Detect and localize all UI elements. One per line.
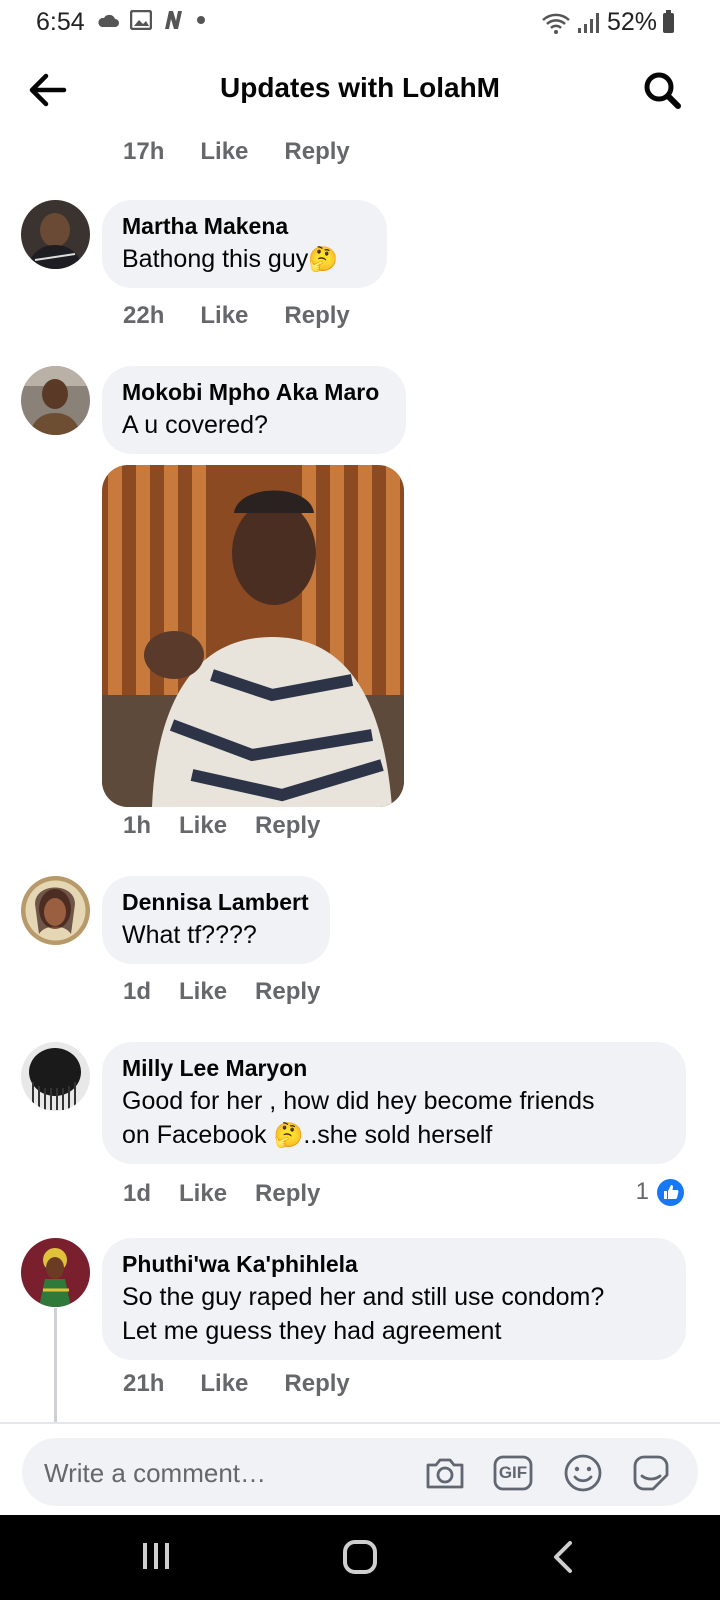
emoji-icon[interactable]: [562, 1452, 604, 1494]
comment-actions: 1d Like Reply: [123, 978, 320, 1006]
cloud-icon: [98, 14, 119, 27]
comment-composer: GIF: [0, 1422, 720, 1516]
battery-percent: 52%: [606, 8, 657, 36]
signal-icon: [577, 12, 599, 33]
comment-time: 1d: [123, 1180, 152, 1207]
thumbs-up-icon: [657, 1178, 684, 1206]
like-button[interactable]: Like: [179, 812, 227, 840]
wifi-icon: [542, 13, 570, 34]
status-time: 6:54: [36, 8, 85, 36]
reply-button[interactable]: Reply: [255, 1180, 320, 1208]
search-icon[interactable]: [642, 70, 682, 110]
battery-icon: [663, 9, 674, 33]
comment-text: Bathong this guy🤔: [122, 245, 339, 273]
reply-button[interactable]: Reply: [284, 138, 349, 166]
avatar[interactable]: [21, 200, 90, 269]
comment-bubble[interactable]: Dennisa Lambert What tf????: [102, 876, 330, 964]
reply-button[interactable]: Reply: [255, 978, 320, 1006]
dot-icon: [197, 16, 205, 24]
status-bar: 6:54 52%: [0, 0, 720, 46]
avatar[interactable]: [21, 366, 90, 435]
comment-time: 17h: [123, 138, 165, 165]
avatar[interactable]: [21, 876, 90, 945]
like-button[interactable]: Like: [200, 1370, 248, 1398]
reaction-count[interactable]: 1: [636, 1178, 684, 1206]
comment-author[interactable]: Mokobi Mpho Aka Maro: [122, 378, 386, 406]
gif-label: GIF: [498, 1463, 528, 1482]
page-title: Updates with LolahM: [220, 72, 500, 103]
comment-bubble[interactable]: Milly Lee Maryon Good for her , how did …: [102, 1042, 686, 1164]
comment-actions: 1h Like Reply: [123, 812, 320, 840]
system-navigation-bar: [0, 1515, 720, 1600]
comment-actions: 21h Like Reply: [123, 1370, 350, 1398]
comment-bubble[interactable]: Phuthi'wa Ka'phihlela So the guy raped h…: [102, 1238, 686, 1360]
comment-author[interactable]: Milly Lee Maryon: [122, 1054, 666, 1082]
comment-text: Good for her , how did hey become friend…: [122, 1087, 595, 1149]
comment-bubble[interactable]: Mokobi Mpho Aka Maro A u covered?: [102, 366, 406, 454]
like-button[interactable]: Like: [200, 138, 248, 166]
thinking-face-emoji: 🤔: [308, 246, 339, 273]
comment-input-container[interactable]: GIF: [22, 1438, 698, 1508]
avatar[interactable]: [21, 1238, 90, 1307]
comments-feed[interactable]: 17h Like Reply Martha Makena Bathong thi…: [0, 132, 720, 1422]
thread-line: [54, 1308, 57, 1422]
camera-icon[interactable]: [424, 1452, 466, 1494]
reply-button[interactable]: Reply: [284, 1370, 349, 1398]
reply-button[interactable]: Reply: [255, 812, 320, 840]
home-icon[interactable]: [330, 1537, 390, 1577]
like-button[interactable]: Like: [179, 978, 227, 1006]
like-button[interactable]: Like: [200, 302, 248, 330]
comment-text: A u covered?: [122, 411, 268, 439]
gallery-icon: [130, 10, 152, 30]
comment-input[interactable]: [42, 1438, 426, 1508]
notification-icons: [96, 10, 206, 30]
comment-author[interactable]: Dennisa Lambert: [122, 888, 310, 916]
comment-time: 21h: [123, 1370, 165, 1397]
avatar[interactable]: [21, 1042, 90, 1111]
comment-text: What tf????: [122, 921, 257, 949]
status-right: 52%: [541, 8, 674, 37]
gif-button[interactable]: GIF: [492, 1452, 534, 1494]
sticker-icon[interactable]: [630, 1452, 672, 1494]
comment-actions: 22h Like Reply: [123, 302, 350, 330]
comment-author[interactable]: Phuthi'wa Ka'phihlela: [122, 1250, 666, 1278]
recent-apps-icon[interactable]: [126, 1537, 186, 1577]
like-button[interactable]: Like: [179, 1180, 227, 1208]
comment-time: 1d: [123, 978, 152, 1005]
thinking-face-emoji: 🤔: [273, 1122, 304, 1149]
comment-time: 22h: [123, 302, 165, 329]
reaction-count-number: 1: [635, 1178, 649, 1205]
comment-actions: 1d Like Reply: [123, 1180, 320, 1208]
reply-button[interactable]: Reply: [284, 302, 349, 330]
comment-text: So the guy raped her and still use condo…: [122, 1283, 605, 1345]
comment-photo[interactable]: [102, 465, 404, 807]
header: Updates with LolahM: [0, 50, 720, 130]
back-nav-icon[interactable]: [534, 1537, 594, 1577]
comment-time: 1h: [123, 812, 152, 839]
comment-author[interactable]: Martha Makena: [122, 212, 367, 240]
comment-bubble[interactable]: Martha Makena Bathong this guy🤔: [102, 200, 387, 288]
comment-actions: 17h Like Reply: [123, 138, 350, 166]
news-app-icon: [165, 11, 182, 29]
